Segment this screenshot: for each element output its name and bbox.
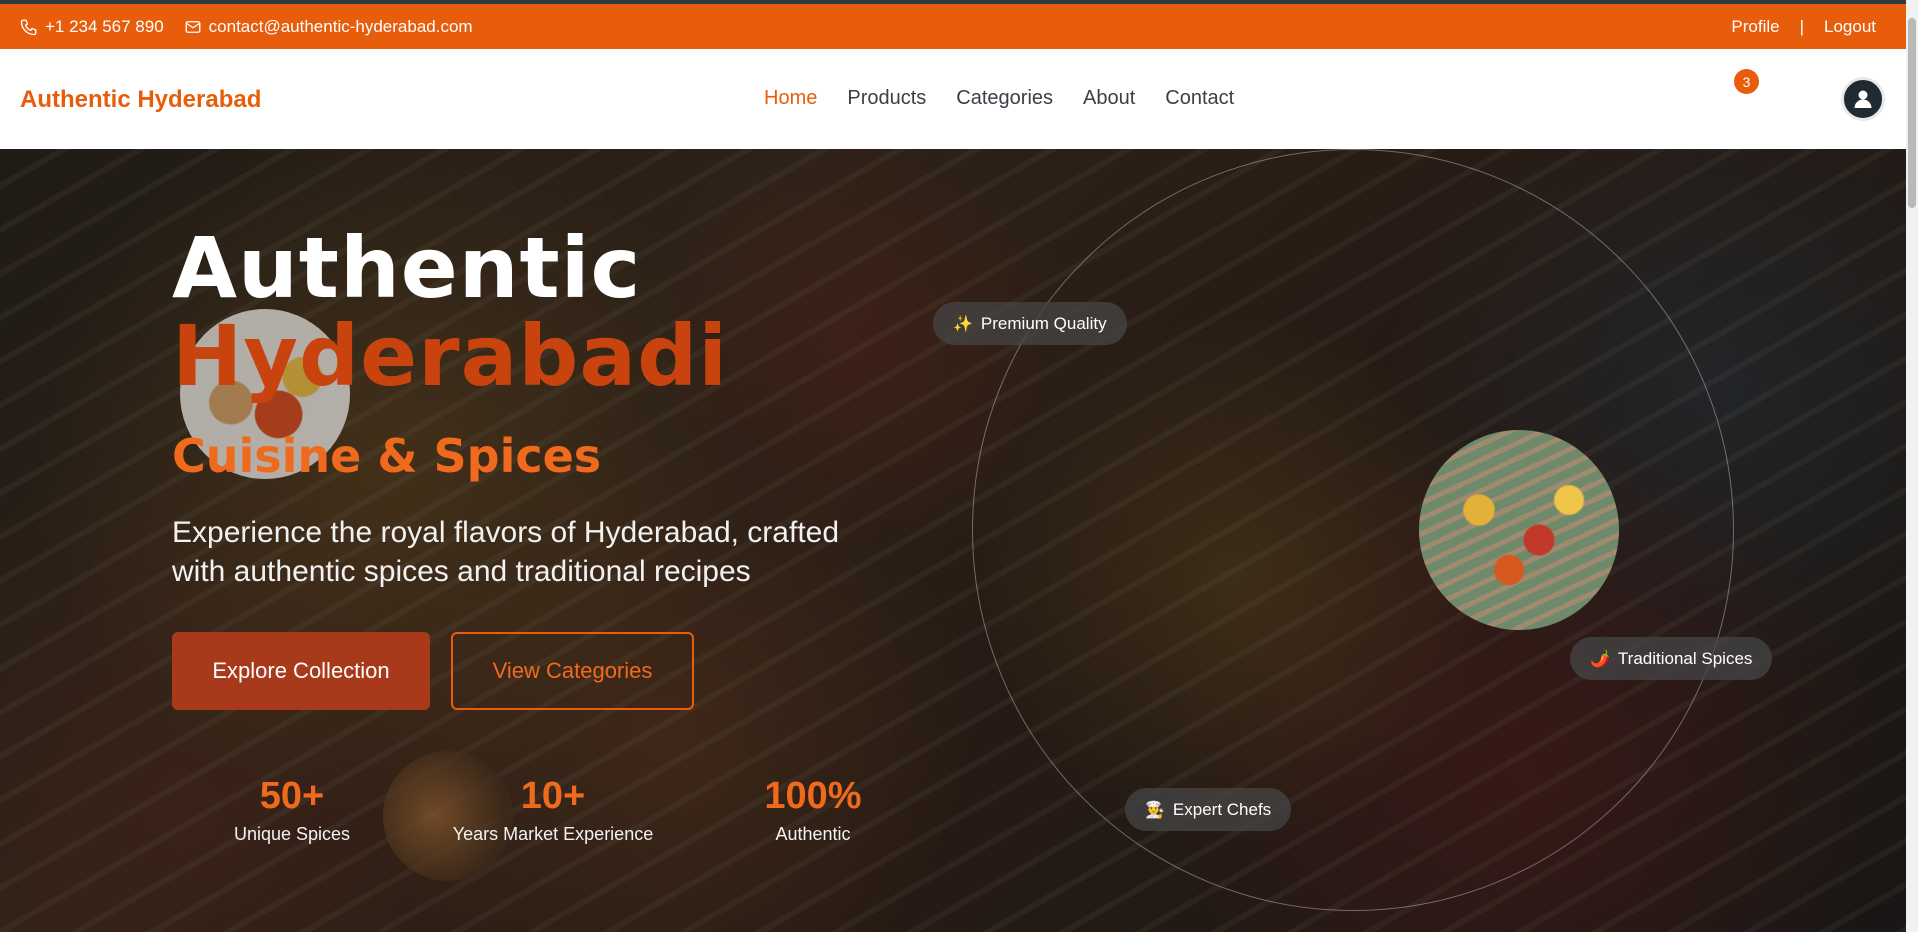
wishlist-count-badge: 3 (1734, 69, 1759, 94)
nav-about[interactable]: About (1083, 87, 1135, 110)
stat-years-experience: 10+ Years Market Experience (423, 775, 683, 845)
stat-label: Years Market Experience (452, 824, 654, 844)
hero-title-line2: Hyderabadi (172, 307, 728, 405)
mail-icon (185, 21, 201, 33)
chip-label: Expert Chefs (1172, 799, 1272, 819)
brand-logo[interactable]: Authentic Hyderabad (20, 86, 261, 114)
user-icon (1854, 90, 1872, 108)
hero-subtitle: Experience the royal flavors of Hyderaba… (172, 516, 840, 588)
top-contact-bar: +1 234 567 890 contact@authentic-hyderab… (0, 0, 1906, 49)
stat-value: 10+ (520, 775, 586, 817)
stat-authentic: 100% Authentic (683, 775, 943, 845)
user-avatar-button[interactable] (1841, 77, 1885, 121)
stat-label: Authentic (775, 824, 851, 844)
phone-icon (20, 19, 37, 36)
chef-icon: 👨‍🍳 (1145, 801, 1165, 819)
chip-label: Traditional Spices (1617, 648, 1753, 668)
chip-label: Premium Quality (980, 313, 1107, 333)
feature-chip-premium-quality: ✨ Premium Quality (933, 302, 1127, 345)
email-address: contact@authentic-hyderabad.com (208, 17, 473, 36)
separator: | (1799, 17, 1804, 36)
chili-pepper-icon: 🌶️ (1590, 650, 1610, 668)
stat-unique-spices: 50+ Unique Spices (162, 775, 422, 845)
phone-contact[interactable]: +1 234 567 890 (20, 17, 164, 37)
kebab-skewers-image (1419, 430, 1619, 630)
nav-categories[interactable]: Categories (956, 87, 1053, 110)
nav-contact[interactable]: Contact (1165, 87, 1234, 110)
logout-link[interactable]: Logout (1824, 17, 1876, 37)
scrollbar-thumb[interactable] (1908, 18, 1916, 208)
explore-collection-button[interactable]: Explore Collection (172, 632, 430, 710)
stat-label: Unique Spices (233, 824, 351, 844)
phone-number: +1 234 567 890 (45, 17, 164, 36)
profile-link[interactable]: Profile (1731, 17, 1779, 37)
main-menu: Home Products Categories About Contact (764, 87, 1234, 110)
email-contact[interactable]: contact@authentic-hyderabad.com (184, 17, 473, 37)
hero-title-line1: Authentic (172, 219, 642, 317)
feature-chip-expert-chefs: 👨‍🍳 Expert Chefs (1125, 788, 1292, 831)
main-navbar: Authentic Hyderabad Home Products Catego… (0, 49, 1918, 149)
hero-title-line3: Cuisine & Spices (172, 429, 602, 483)
stat-value: 100% (764, 775, 862, 817)
nav-products[interactable]: Products (847, 87, 926, 110)
feature-chip-traditional-spices: 🌶️ Traditional Spices (1570, 637, 1773, 680)
sparkles-icon: ✨ (953, 315, 973, 333)
contact-info: +1 234 567 890 contact@authentic-hyderab… (20, 17, 473, 37)
page-scrollbar[interactable] (1906, 0, 1918, 932)
nav-home[interactable]: Home (764, 87, 817, 110)
account-links: Profile | Logout (1731, 17, 1876, 37)
view-categories-button[interactable]: View Categories (451, 632, 694, 710)
hero-section: Authentic Hyderabadi Cuisine & Spices Ex… (0, 149, 1906, 932)
stat-value: 50+ (259, 775, 325, 817)
decorative-ring (972, 149, 1734, 911)
